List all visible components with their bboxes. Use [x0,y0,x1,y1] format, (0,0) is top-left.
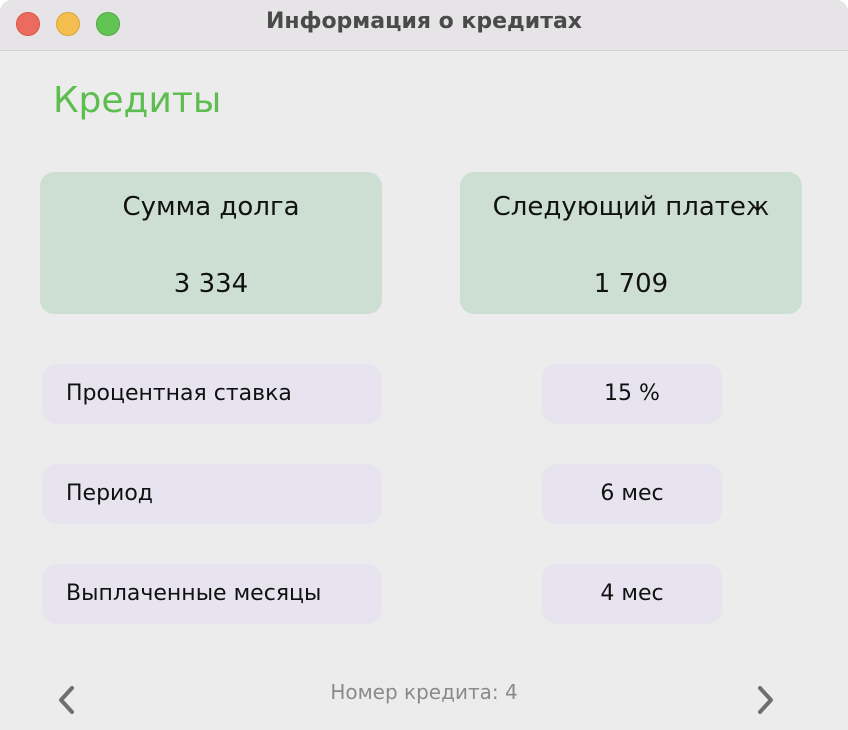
period-label: Период [42,464,382,524]
next-payment-label: Следующий платеж [492,192,770,222]
window-title: Информация о кредитах [266,9,582,34]
page-title: Кредиты [53,80,222,121]
debt-amount-label: Сумма долга [122,192,300,222]
next-payment-value: 1 709 [593,269,669,299]
app-window: Информация о кредитах Кредиты Сумма долг… [0,0,848,730]
period-value: 6 мес [542,464,722,524]
next-credit-button[interactable] [748,680,782,720]
chevron-right-icon [758,686,773,714]
next-payment-card: Следующий платеж 1 709 [460,172,802,314]
interest-rate-value: 15 % [542,364,722,424]
title-bar: Информация о кредитах [0,0,848,51]
interest-rate-label: Процентная ставка [42,364,382,424]
debt-amount-value: 3 334 [173,269,249,299]
debt-amount-card: Сумма долга 3 334 [40,172,382,314]
credit-number-label: Номер кредита: 4 [330,680,518,704]
paid-months-value: 4 мес [542,564,722,624]
paid-months-label: Выплаченные месяцы [42,564,382,624]
